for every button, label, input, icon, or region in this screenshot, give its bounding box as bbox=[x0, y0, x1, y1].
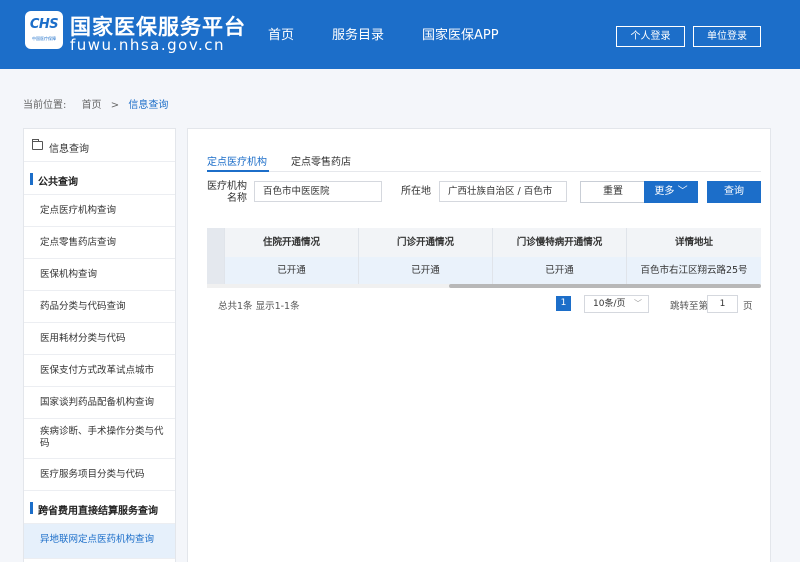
main-panel: 定点医疗机构 定点零售药店 医疗机构 名称 百色市中医医院 所在地 广西壮族自治… bbox=[187, 128, 771, 562]
cell-inpatient: 已开通 bbox=[224, 257, 358, 284]
tab-medical-institutions[interactable]: 定点医疗机构 bbox=[207, 153, 267, 168]
sidebar-header[interactable]: 信息查询 bbox=[24, 129, 175, 162]
chevron-down-icon: ﹀ bbox=[674, 186, 688, 197]
cell-outpatient: 已开通 bbox=[358, 257, 492, 284]
breadcrumb-current: 信息查询 bbox=[128, 100, 169, 111]
sidebar-header-label: 信息查询 bbox=[49, 144, 89, 155]
nav-app[interactable]: 国家医保APP bbox=[422, 24, 499, 43]
cell-address: 百色市右江区翔云路25号 bbox=[626, 257, 761, 284]
sidebar-section-cross-province[interactable]: 跨省费用直接结算服务查询 bbox=[24, 491, 175, 524]
breadcrumb-separator: > bbox=[110, 100, 120, 111]
col-header-inpatient: 住院开通情况 bbox=[224, 228, 358, 257]
sidebar-item-consumable-codes[interactable]: 医用耗材分类与代码 bbox=[24, 323, 175, 355]
sidebar-item-label: 异地联网定点医药机构查询 bbox=[40, 534, 155, 545]
goto-label: 跳转至第 bbox=[670, 301, 709, 312]
col-header-outpatient: 门诊开通情况 bbox=[358, 228, 492, 257]
sidebar-item-service-codes[interactable]: 医疗服务项目分类与代码 bbox=[24, 459, 175, 491]
sidebar-item-label: 医保机构查询 bbox=[40, 269, 98, 280]
sidebar-item-label: 定点医疗机构查询 bbox=[40, 205, 117, 216]
sidebar-item-label: 定点零售药店查询 bbox=[40, 237, 117, 248]
sidebar-item-negotiated-drugs[interactable]: 国家谈判药品配备机构查询 bbox=[24, 387, 175, 419]
col-header-chronic: 门诊慢特病开通情况 bbox=[492, 228, 626, 257]
col-header-address: 详情地址 bbox=[626, 228, 761, 257]
sidebar-item-label: 医保支付方式改革试点城市 bbox=[40, 365, 155, 376]
sidebar-item-label: 国家谈判药品配备机构查询 bbox=[40, 397, 155, 408]
breadcrumb: 当前位置: 首页 > 信息查询 bbox=[23, 96, 174, 111]
sidebar-item-payment-reform-cities[interactable]: 医保支付方式改革试点城市 bbox=[24, 355, 175, 387]
cell-chronic: 已开通 bbox=[492, 257, 626, 284]
breadcrumb-prefix: 当前位置: bbox=[23, 100, 67, 111]
org-name-label-line2: 名称 bbox=[227, 193, 247, 204]
section-marker bbox=[30, 173, 33, 185]
location-label: 所在地 bbox=[401, 186, 431, 197]
sidebar-item-retail-pharmacies[interactable]: 定点零售药店查询 bbox=[24, 227, 175, 259]
breadcrumb-home[interactable]: 首页 bbox=[82, 100, 102, 111]
query-button[interactable]: 查询 bbox=[707, 181, 761, 203]
org-name-input[interactable]: 百色市中医医院 bbox=[254, 181, 382, 202]
sidebar-item-drug-codes[interactable]: 药品分类与代码查询 bbox=[24, 291, 175, 323]
chevron-down-icon: ﹀ bbox=[634, 299, 642, 308]
sidebar-section-public[interactable]: 公共查询 bbox=[24, 162, 175, 195]
reset-button[interactable]: 重置 bbox=[580, 181, 646, 203]
fixed-column bbox=[207, 228, 224, 284]
table-header-row: 住院开通情况 门诊开通情况 门诊慢特病开通情况 详情地址 bbox=[207, 228, 761, 257]
goto-page-input[interactable]: 1 bbox=[707, 295, 738, 313]
org-name-label-line1: 医疗机构 bbox=[207, 181, 247, 192]
horizontal-scrollbar-thumb[interactable] bbox=[449, 284, 761, 288]
sidebar-item-insurance-agencies[interactable]: 医保机构查询 bbox=[24, 259, 175, 291]
pagination-summary: 总共1条 显示1-1条 bbox=[218, 301, 300, 312]
logo-subtext: 中国医疗保障 bbox=[32, 36, 56, 41]
tab-divider bbox=[207, 171, 761, 172]
sidebar-section-label: 跨省费用直接结算服务查询 bbox=[38, 506, 158, 517]
sidebar-item-medical-institutions[interactable]: 定点医疗机构查询 bbox=[24, 195, 175, 227]
page-number-current[interactable]: 1 bbox=[556, 296, 571, 311]
page-size-select[interactable]: 10条/页 ﹀ bbox=[584, 295, 649, 313]
logo-text: CHS bbox=[29, 17, 59, 32]
personal-login-button[interactable]: 个人登录 bbox=[616, 26, 685, 47]
nav-home[interactable]: 首页 bbox=[268, 24, 294, 43]
nav-service-catalog[interactable]: 服务目录 bbox=[332, 24, 384, 43]
sidebar-item-label: 药品分类与代码查询 bbox=[40, 301, 126, 312]
sidebar-item-diagnosis-codes[interactable]: 疾病诊断、手术操作分类与代码 bbox=[24, 419, 175, 459]
site-url: fuwu.nhsa.gov.cn bbox=[70, 36, 226, 54]
table-row[interactable]: 已开通 已开通 已开通 百色市右江区翔云路25号 bbox=[207, 257, 761, 284]
folder-icon bbox=[32, 139, 43, 150]
unit-login-button[interactable]: 单位登录 bbox=[693, 26, 761, 47]
location-cascader[interactable]: 广西壮族自治区 / 百色市 bbox=[439, 181, 567, 202]
org-name-label: 医疗机构 名称 bbox=[207, 181, 247, 205]
sidebar-item-label: 医疗服务项目分类与代码 bbox=[40, 469, 145, 480]
chs-logo[interactable]: CHS 中国医疗保障 bbox=[25, 11, 63, 49]
more-button-label: 更多 bbox=[654, 186, 675, 197]
results-table: 住院开通情况 门诊开通情况 门诊慢特病开通情况 详情地址 已开通 已开通 已开通… bbox=[207, 228, 761, 288]
sidebar-item-label: 医用耗材分类与代码 bbox=[40, 333, 126, 344]
page-suffix: 页 bbox=[743, 301, 753, 312]
section-marker bbox=[30, 502, 33, 514]
sidebar: 信息查询 公共查询 定点医疗机构查询 定点零售药店查询 医保机构查询 药品分类与… bbox=[23, 128, 176, 562]
active-tab-indicator bbox=[207, 170, 269, 172]
sidebar-item-networked-institutions[interactable]: 异地联网定点医药机构查询 bbox=[24, 524, 175, 559]
sidebar-section-label: 公共查询 bbox=[38, 177, 78, 188]
sidebar-item-label: 疾病诊断、手术操作分类与代码 bbox=[40, 426, 164, 449]
more-button[interactable]: 更多 ﹀ bbox=[644, 181, 698, 203]
tab-retail-pharmacies[interactable]: 定点零售药店 bbox=[291, 153, 351, 168]
site-header: CHS 中国医疗保障 国家医保服务平台 fuwu.nhsa.gov.cn 首页 … bbox=[0, 0, 800, 69]
page-size-value: 10条/页 bbox=[593, 299, 626, 309]
